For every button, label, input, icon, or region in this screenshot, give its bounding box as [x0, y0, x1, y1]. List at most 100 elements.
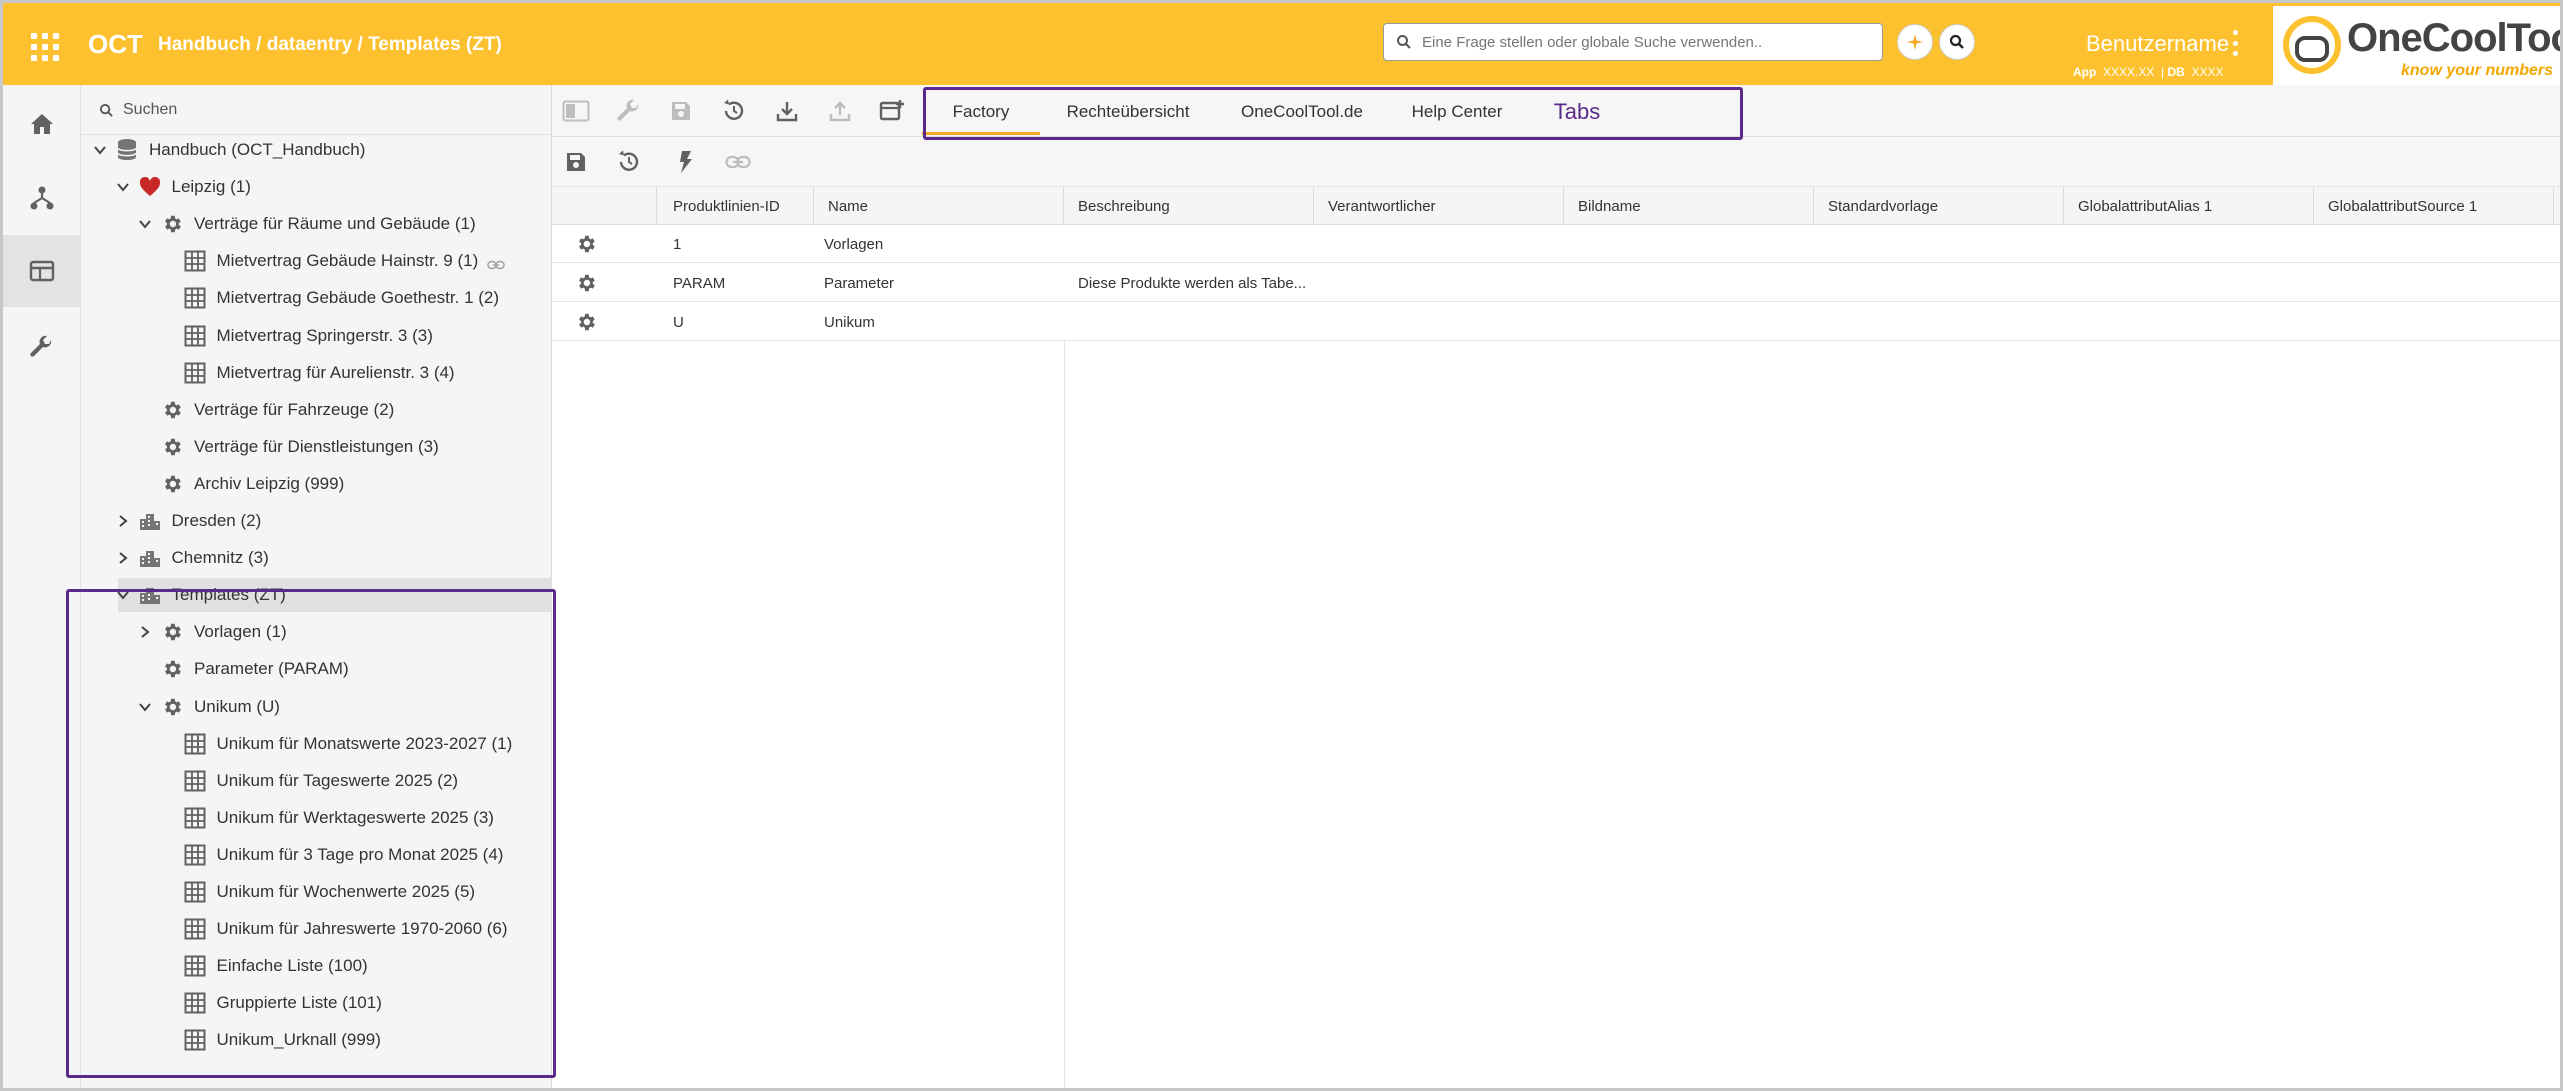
table-row[interactable]: 1 Vorlagen	[552, 225, 2560, 263]
column-header[interactable]: Name	[814, 187, 1064, 225]
tools-button[interactable]	[611, 93, 647, 129]
tree-node[interactable]: Unikum für Monatswerte 2023-2027 (1)	[81, 727, 552, 761]
rail-home[interactable]	[3, 88, 81, 160]
save-button-disabled[interactable]	[663, 93, 699, 129]
tab-help-center[interactable]: Help Center	[1392, 89, 1522, 135]
save-icon	[567, 153, 585, 171]
chevron-right-icon[interactable]	[114, 512, 132, 530]
tab-rechteuebersicht[interactable]: Rechteübersicht	[1048, 89, 1208, 135]
tab-onecooltool[interactable]: OneCoolTool.de	[1222, 89, 1382, 135]
grid-table-icon	[183, 1028, 207, 1052]
tree-node[interactable]: Unikum für Wochenwerte 2025 (5)	[81, 875, 552, 909]
rail-hierarchy[interactable]	[3, 162, 81, 234]
row-settings-gear-icon[interactable]	[574, 310, 598, 334]
row-settings-gear-icon[interactable]	[574, 232, 598, 256]
tree-node[interactable]: Unikum (U)	[81, 690, 552, 724]
add-window-button[interactable]	[874, 93, 910, 129]
grid-table-icon	[183, 806, 207, 830]
cell-beschreibung[interactable]	[1064, 303, 1314, 341]
tree-node[interactable]: Archiv Leipzig (999)	[81, 467, 552, 501]
history-button[interactable]	[716, 93, 752, 129]
add-window-icon	[879, 100, 904, 121]
chevron-down-icon[interactable]	[114, 178, 132, 196]
chevron-down-icon[interactable]	[136, 215, 154, 233]
chevron-right-icon[interactable]	[114, 549, 132, 567]
tree-node[interactable]: Unikum für Jahreswerte 1970-2060 (6)	[81, 912, 552, 946]
main-content: Factory Rechteübersicht OneCoolTool.de H…	[552, 85, 2560, 1088]
column-header[interactable]: Standardvorlage	[1814, 187, 2064, 225]
chevron-down-icon[interactable]	[114, 586, 132, 604]
tree-node[interactable]: Leipzig (1)	[81, 170, 552, 204]
tree-node[interactable]: Einfache Liste (100)	[81, 949, 552, 983]
rail-tables[interactable]	[3, 235, 81, 307]
tree-node[interactable]: Templates (ZT)	[116, 578, 552, 613]
user-name[interactable]: Benutzername	[2086, 31, 2229, 57]
cell-name[interactable]: Parameter	[814, 264, 1064, 302]
tree-node[interactable]: Chemnitz (3)	[81, 541, 552, 575]
rail-tools[interactable]	[3, 311, 81, 383]
panel-toggle-button[interactable]	[558, 93, 594, 129]
chevron-right-icon[interactable]	[136, 623, 154, 641]
column-header[interactable]: GlobalattributSource 1	[2314, 187, 2554, 225]
tree-node[interactable]: Handbuch (OCT_Handbuch)	[81, 133, 552, 167]
search-button[interactable]	[1939, 24, 1975, 60]
row-settings-gear-icon[interactable]	[574, 271, 598, 295]
tree-node[interactable]: Mietvertrag Gebäude Hainstr. 9 (1)	[81, 244, 552, 278]
chevron-down-icon[interactable]	[91, 141, 109, 159]
column-header[interactable]: GlobalattributAlias 1	[2064, 187, 2314, 225]
download-button[interactable]	[769, 93, 805, 129]
upload-button[interactable]	[822, 93, 858, 129]
gear-icon	[160, 398, 184, 422]
tree-node[interactable]: Gruppierte Liste (101)	[81, 986, 552, 1020]
nav-rail	[3, 85, 81, 1088]
cell-beschreibung[interactable]: Diese Produkte werden als Tabe...	[1064, 264, 1314, 302]
tree-search-input[interactable]	[123, 97, 523, 123]
tree-node-label: Verträge für Räume und Gebäude (1)	[194, 214, 476, 234]
column-header[interactable]: Bildname	[1564, 187, 1814, 225]
tree-node[interactable]: Unikum für Tageswerte 2025 (2)	[81, 764, 552, 798]
tree-search[interactable]	[81, 85, 552, 135]
cell-produktlinien-id[interactable]: PARAM	[657, 264, 814, 302]
grid-history-button[interactable]	[611, 144, 647, 180]
grid-table-icon	[183, 917, 207, 941]
global-search-box[interactable]	[1383, 23, 1883, 61]
tree-node[interactable]: Mietvertrag für Aurelienstr. 3 (4)	[81, 356, 552, 390]
tree-node[interactable]: Parameter (PARAM)	[81, 652, 552, 686]
table-row[interactable]: U Unikum	[552, 303, 2560, 341]
tree-node[interactable]: Dresden (2)	[81, 504, 552, 538]
cell-produktlinien-id[interactable]: U	[657, 303, 814, 341]
logo-slogan: know your numbers	[2401, 62, 2554, 79]
tree-node-label: Unikum für Werktageswerte 2025 (3)	[216, 807, 494, 827]
tree-node[interactable]: Unikum_Urknall (999)	[81, 1023, 552, 1057]
global-search-input[interactable]	[1422, 30, 1872, 54]
ai-sparkle-button[interactable]	[1897, 24, 1933, 60]
grid-table-icon	[183, 843, 207, 867]
column-header[interactable]: Beschreibung	[1064, 187, 1314, 225]
table-row[interactable]: PARAM Parameter Diese Produkte werden al…	[552, 264, 2560, 302]
tree-node[interactable]: Verträge für Räume und Gebäude (1)	[81, 207, 552, 241]
tree-node-label: Handbuch (OCT_Handbuch)	[149, 140, 366, 159]
tree-node-label: Vorlagen (1)	[194, 622, 287, 642]
cell-name[interactable]: Unikum	[814, 303, 1064, 341]
column-header[interactable]: Produktlinien-ID	[657, 187, 814, 225]
tree-node[interactable]: Verträge für Fahrzeuge (2)	[81, 393, 552, 427]
chevron-down-icon[interactable]	[136, 698, 154, 716]
lightning-icon	[680, 151, 692, 173]
grid-link-button[interactable]	[720, 144, 756, 180]
cell-produktlinien-id[interactable]: 1	[657, 225, 814, 263]
grid-action-button[interactable]	[668, 144, 704, 180]
tree-node[interactable]: Unikum für Werktageswerte 2025 (3)	[81, 801, 552, 835]
tab-factory[interactable]: Factory	[922, 89, 1040, 135]
grid-save-button[interactable]	[558, 144, 594, 180]
tree-node[interactable]: Unikum für 3 Tage pro Monat 2025 (4)	[81, 838, 552, 872]
column-header[interactable]: Verantwortlicher	[1314, 187, 1564, 225]
link-icon	[725, 155, 751, 169]
app-launcher-icon[interactable]	[25, 25, 63, 63]
cell-beschreibung[interactable]	[1064, 225, 1314, 263]
tree-node[interactable]: Mietvertrag Gebäude Goethestr. 1 (2)	[81, 281, 552, 315]
cell-name[interactable]: Vorlagen	[814, 225, 1064, 263]
tree-node[interactable]: Vorlagen (1)	[81, 615, 552, 649]
user-menu-icon[interactable]	[2231, 30, 2239, 56]
tree-node[interactable]: Verträge für Dienstleistungen (3)	[81, 430, 552, 464]
tree-node[interactable]: Mietvertrag Springerstr. 3 (3)	[81, 319, 552, 353]
